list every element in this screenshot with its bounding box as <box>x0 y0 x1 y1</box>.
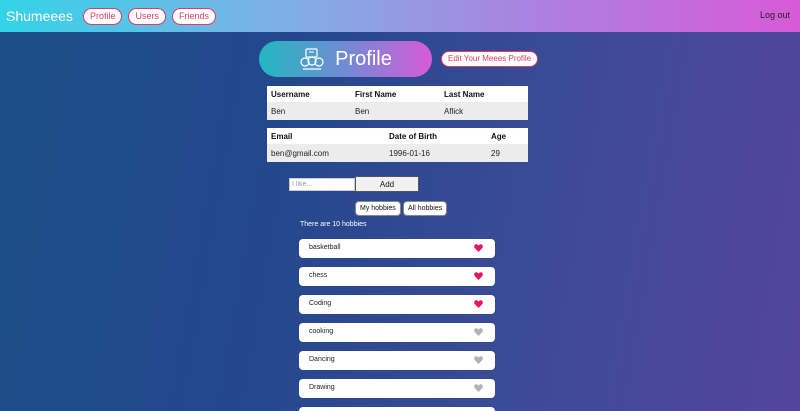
user-info-table: Username First Name Last Name Ben Ben Af… <box>267 86 528 120</box>
profile-icon <box>300 48 324 70</box>
hobby-item <box>299 407 495 411</box>
contact-info-table: Email Date of Birth Age ben@gmail.com 19… <box>267 128 528 162</box>
nav-users-button[interactable]: Users <box>128 7 166 25</box>
username-value: Ben <box>267 102 351 120</box>
age-value: 29 <box>487 144 528 162</box>
all-hobbies-button[interactable]: All hobbies <box>403 201 448 216</box>
heart-icon[interactable] <box>474 328 483 336</box>
email-header: Email <box>271 131 293 141</box>
nav-friends-button[interactable]: Friends <box>171 7 216 25</box>
hobby-name: basketball <box>309 244 341 251</box>
hobby-item: chess <box>299 267 495 286</box>
last-name-value: Aflick <box>440 102 528 120</box>
heart-icon[interactable] <box>474 384 483 392</box>
top-navbar: Shumeees Profile Users Friends Log out <box>0 0 800 32</box>
first-name-header: First Name <box>355 89 397 99</box>
first-name-value: Ben <box>351 102 440 120</box>
last-name-header: Last Name <box>444 89 485 99</box>
profile-title: Profile <box>335 47 392 70</box>
heart-icon[interactable] <box>474 244 483 252</box>
hobby-name: cooking <box>309 328 334 335</box>
heart-icon[interactable] <box>474 356 483 364</box>
dob-header: Date of Birth <box>389 131 437 141</box>
hobby-item: Dancing <box>299 351 495 370</box>
profile-banner: Profile <box>259 41 432 77</box>
dob-value: 1996-01-16 <box>385 144 487 162</box>
edit-profile-button[interactable]: Edit Your Meees Profile <box>441 51 539 67</box>
hobby-name: Drawing <box>309 384 335 391</box>
username-header: Username <box>271 89 310 99</box>
hobby-name: chess <box>309 272 328 279</box>
hobby-item: cooking <box>299 323 495 342</box>
my-hobbies-button[interactable]: My hobbies <box>355 201 401 216</box>
email-value: ben@gmail.com <box>267 144 385 162</box>
hobby-item: Drawing <box>299 379 495 398</box>
add-hobby-button[interactable]: Add <box>355 176 419 192</box>
heart-icon[interactable] <box>474 272 483 280</box>
hobby-input[interactable] <box>289 178 355 191</box>
logout-link[interactable]: Log out <box>760 10 790 20</box>
nav-profile-button[interactable]: Profile <box>82 7 123 25</box>
heart-icon[interactable] <box>474 300 483 308</box>
hobby-name: Dancing <box>309 356 335 363</box>
hobby-name: Coding <box>309 300 332 307</box>
brand-logo[interactable]: Shumeees <box>6 8 73 24</box>
hobby-count: There are 10 hobbies <box>300 221 367 228</box>
age-header: Age <box>491 131 507 141</box>
hobby-item: Coding <box>299 295 495 314</box>
hobby-item: basketball <box>299 239 495 258</box>
